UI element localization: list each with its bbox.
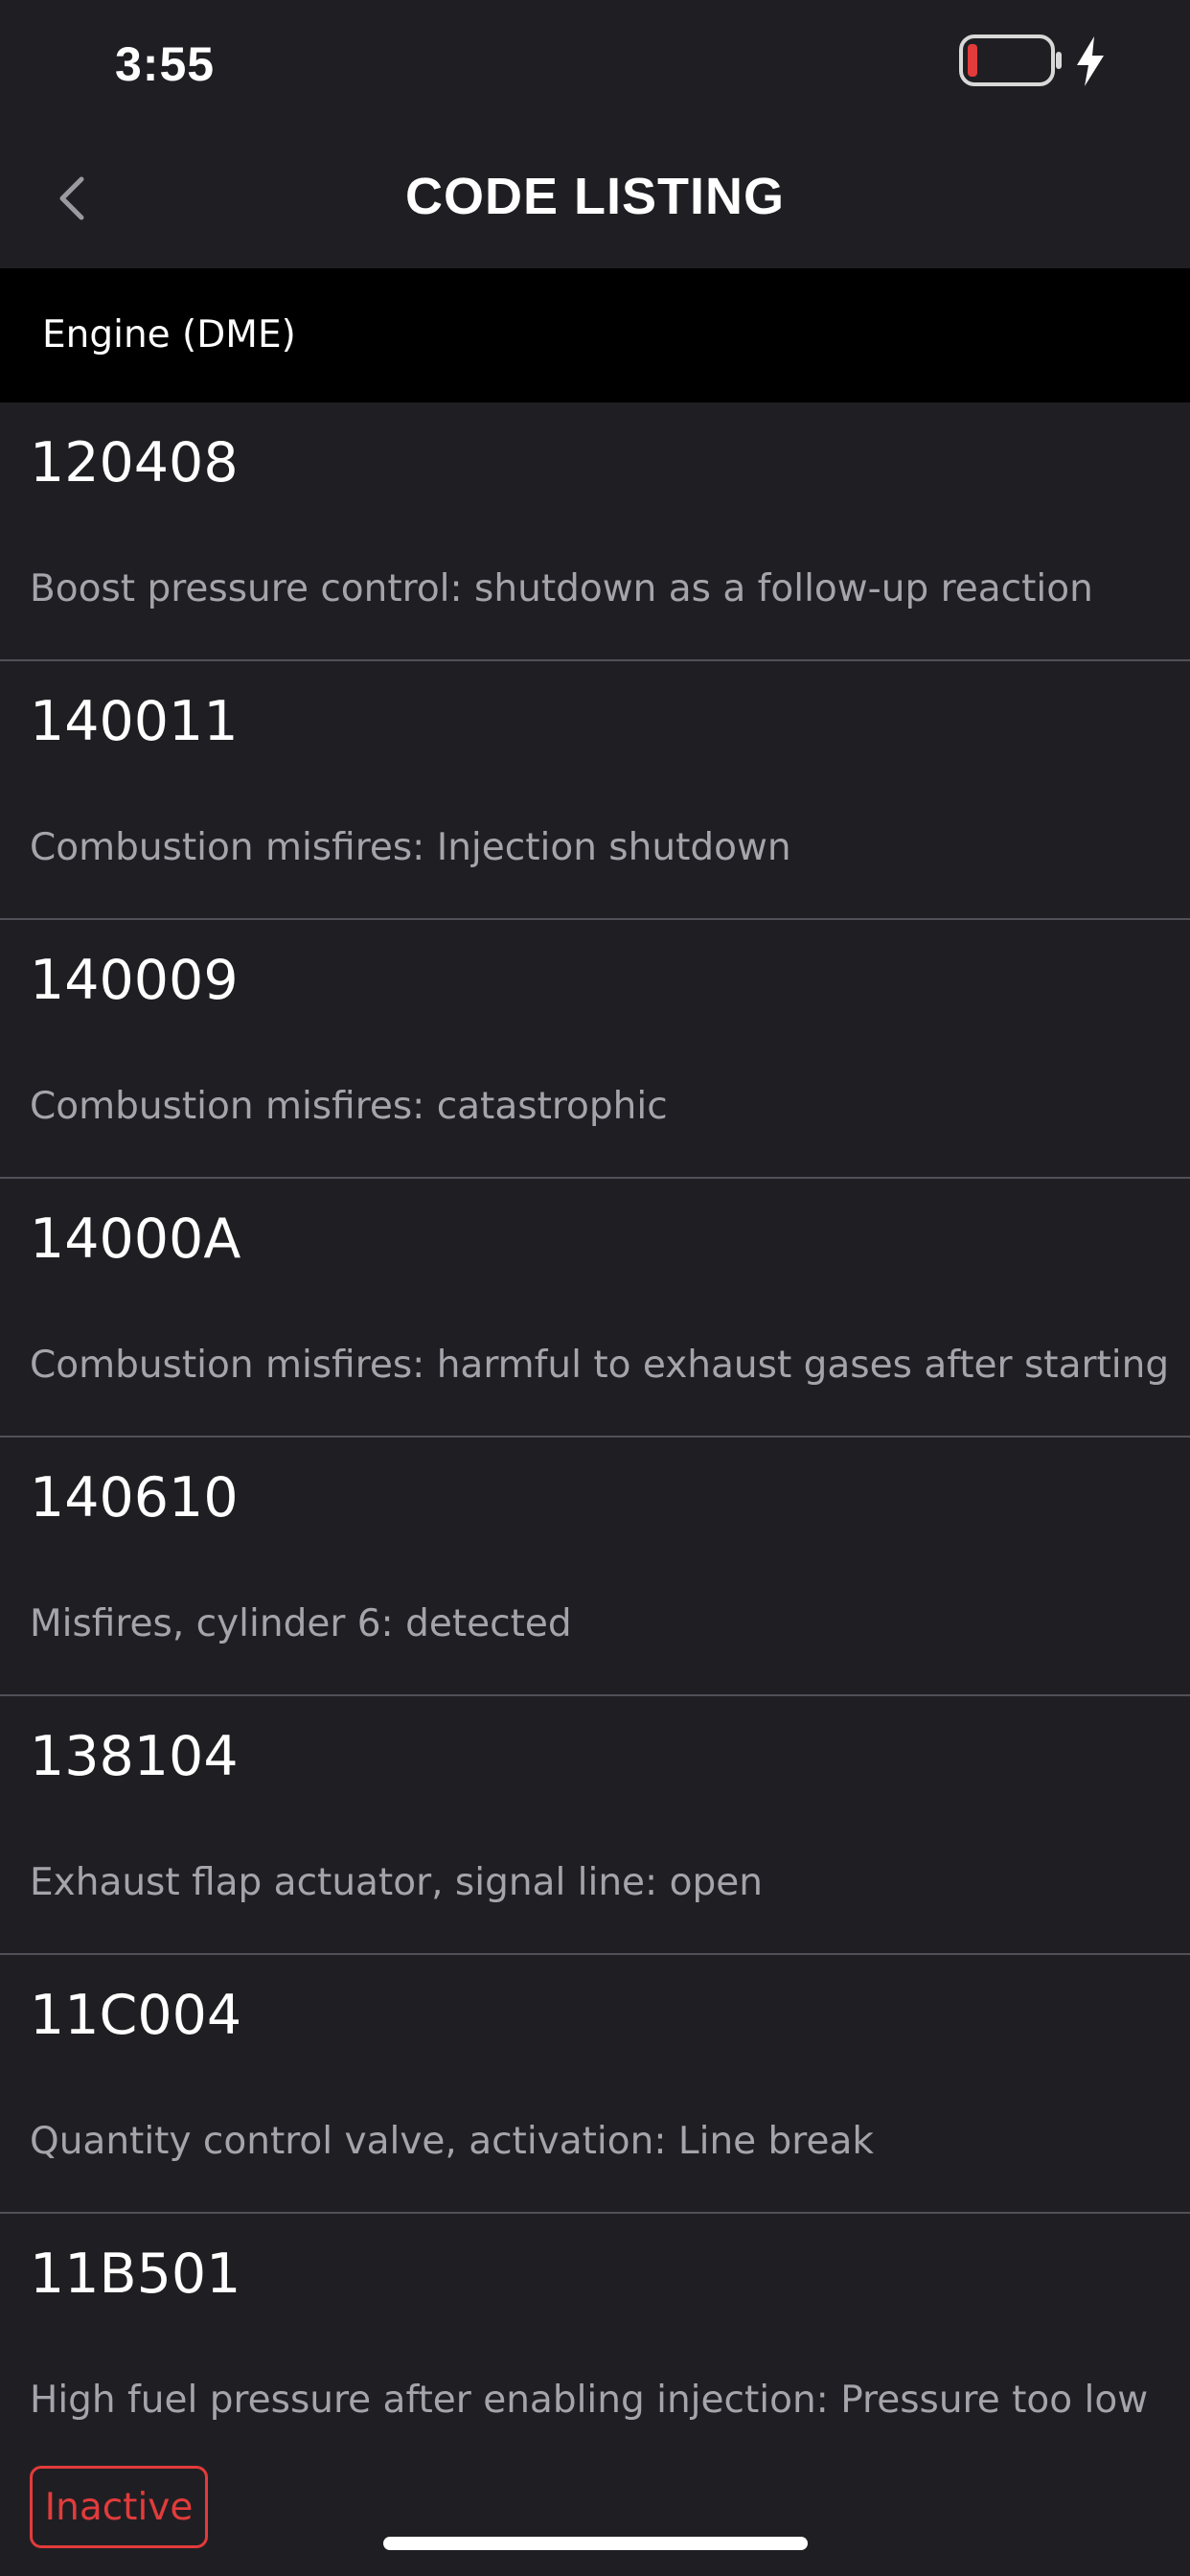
status-badge: Inactive bbox=[30, 2466, 208, 2548]
code-list-item[interactable]: 140011 Combustion misfires: Injection sh… bbox=[0, 661, 1190, 920]
code-list-item[interactable]: 14000A Combustion misfires: harmful to e… bbox=[0, 1179, 1190, 1438]
code-list-item[interactable]: 11B501 High fuel pressure after enabling… bbox=[0, 2214, 1190, 2472]
page-title: CODE LISTING bbox=[404, 168, 785, 225]
code-number: 120408 bbox=[30, 431, 239, 494]
status-time: 3:55 bbox=[115, 37, 216, 91]
code-list-item[interactable]: 11C004 Quantity control valve, activatio… bbox=[0, 1955, 1190, 2214]
code-description: Quantity control valve, activation: Line… bbox=[30, 2120, 874, 2163]
battery-icon bbox=[959, 34, 1062, 86]
section-header-label: Engine (DME) bbox=[42, 313, 296, 356]
code-list-item[interactable]: 140009 Combustion misfires: catastrophic bbox=[0, 920, 1190, 1179]
section-header: Engine (DME) bbox=[0, 268, 1190, 402]
code-list-item[interactable]: 138104 Exhaust flap actuator, signal lin… bbox=[0, 1696, 1190, 1955]
navigation-bar: CODE LISTING bbox=[0, 126, 1190, 268]
code-number: 140009 bbox=[30, 949, 239, 1012]
code-description: Combustion misfires: catastrophic bbox=[30, 1085, 668, 1128]
code-description: Combustion misfires: Injection shutdown bbox=[30, 826, 791, 869]
code-description: Exhaust flap actuator, signal line: open bbox=[30, 1861, 763, 1904]
code-number: 138104 bbox=[30, 1725, 239, 1788]
code-description: Boost pressure control: shutdown as a fo… bbox=[30, 567, 1093, 610]
code-list-item[interactable]: 120408 Boost pressure control: shutdown … bbox=[0, 402, 1190, 661]
code-description: Combustion misfires: harmful to exhaust … bbox=[30, 1344, 1170, 1387]
code-description: Misfires, cylinder 6: detected bbox=[30, 1602, 572, 1645]
code-list-item[interactable]: 140610 Misfires, cylinder 6: detected bbox=[0, 1438, 1190, 1696]
code-number: 140610 bbox=[30, 1466, 239, 1530]
code-number: 11C004 bbox=[30, 1984, 242, 2047]
code-list: 120408 Boost pressure control: shutdown … bbox=[0, 402, 1190, 2472]
code-description: High fuel pressure after enabling inject… bbox=[30, 2379, 1149, 2422]
charging-bolt-icon bbox=[1077, 36, 1104, 86]
code-number: 140011 bbox=[30, 690, 239, 753]
status-bar: 3:55 bbox=[0, 0, 1190, 126]
code-number: 11B501 bbox=[30, 2242, 241, 2306]
home-indicator[interactable] bbox=[383, 2537, 808, 2550]
code-number: 14000A bbox=[30, 1208, 241, 1271]
